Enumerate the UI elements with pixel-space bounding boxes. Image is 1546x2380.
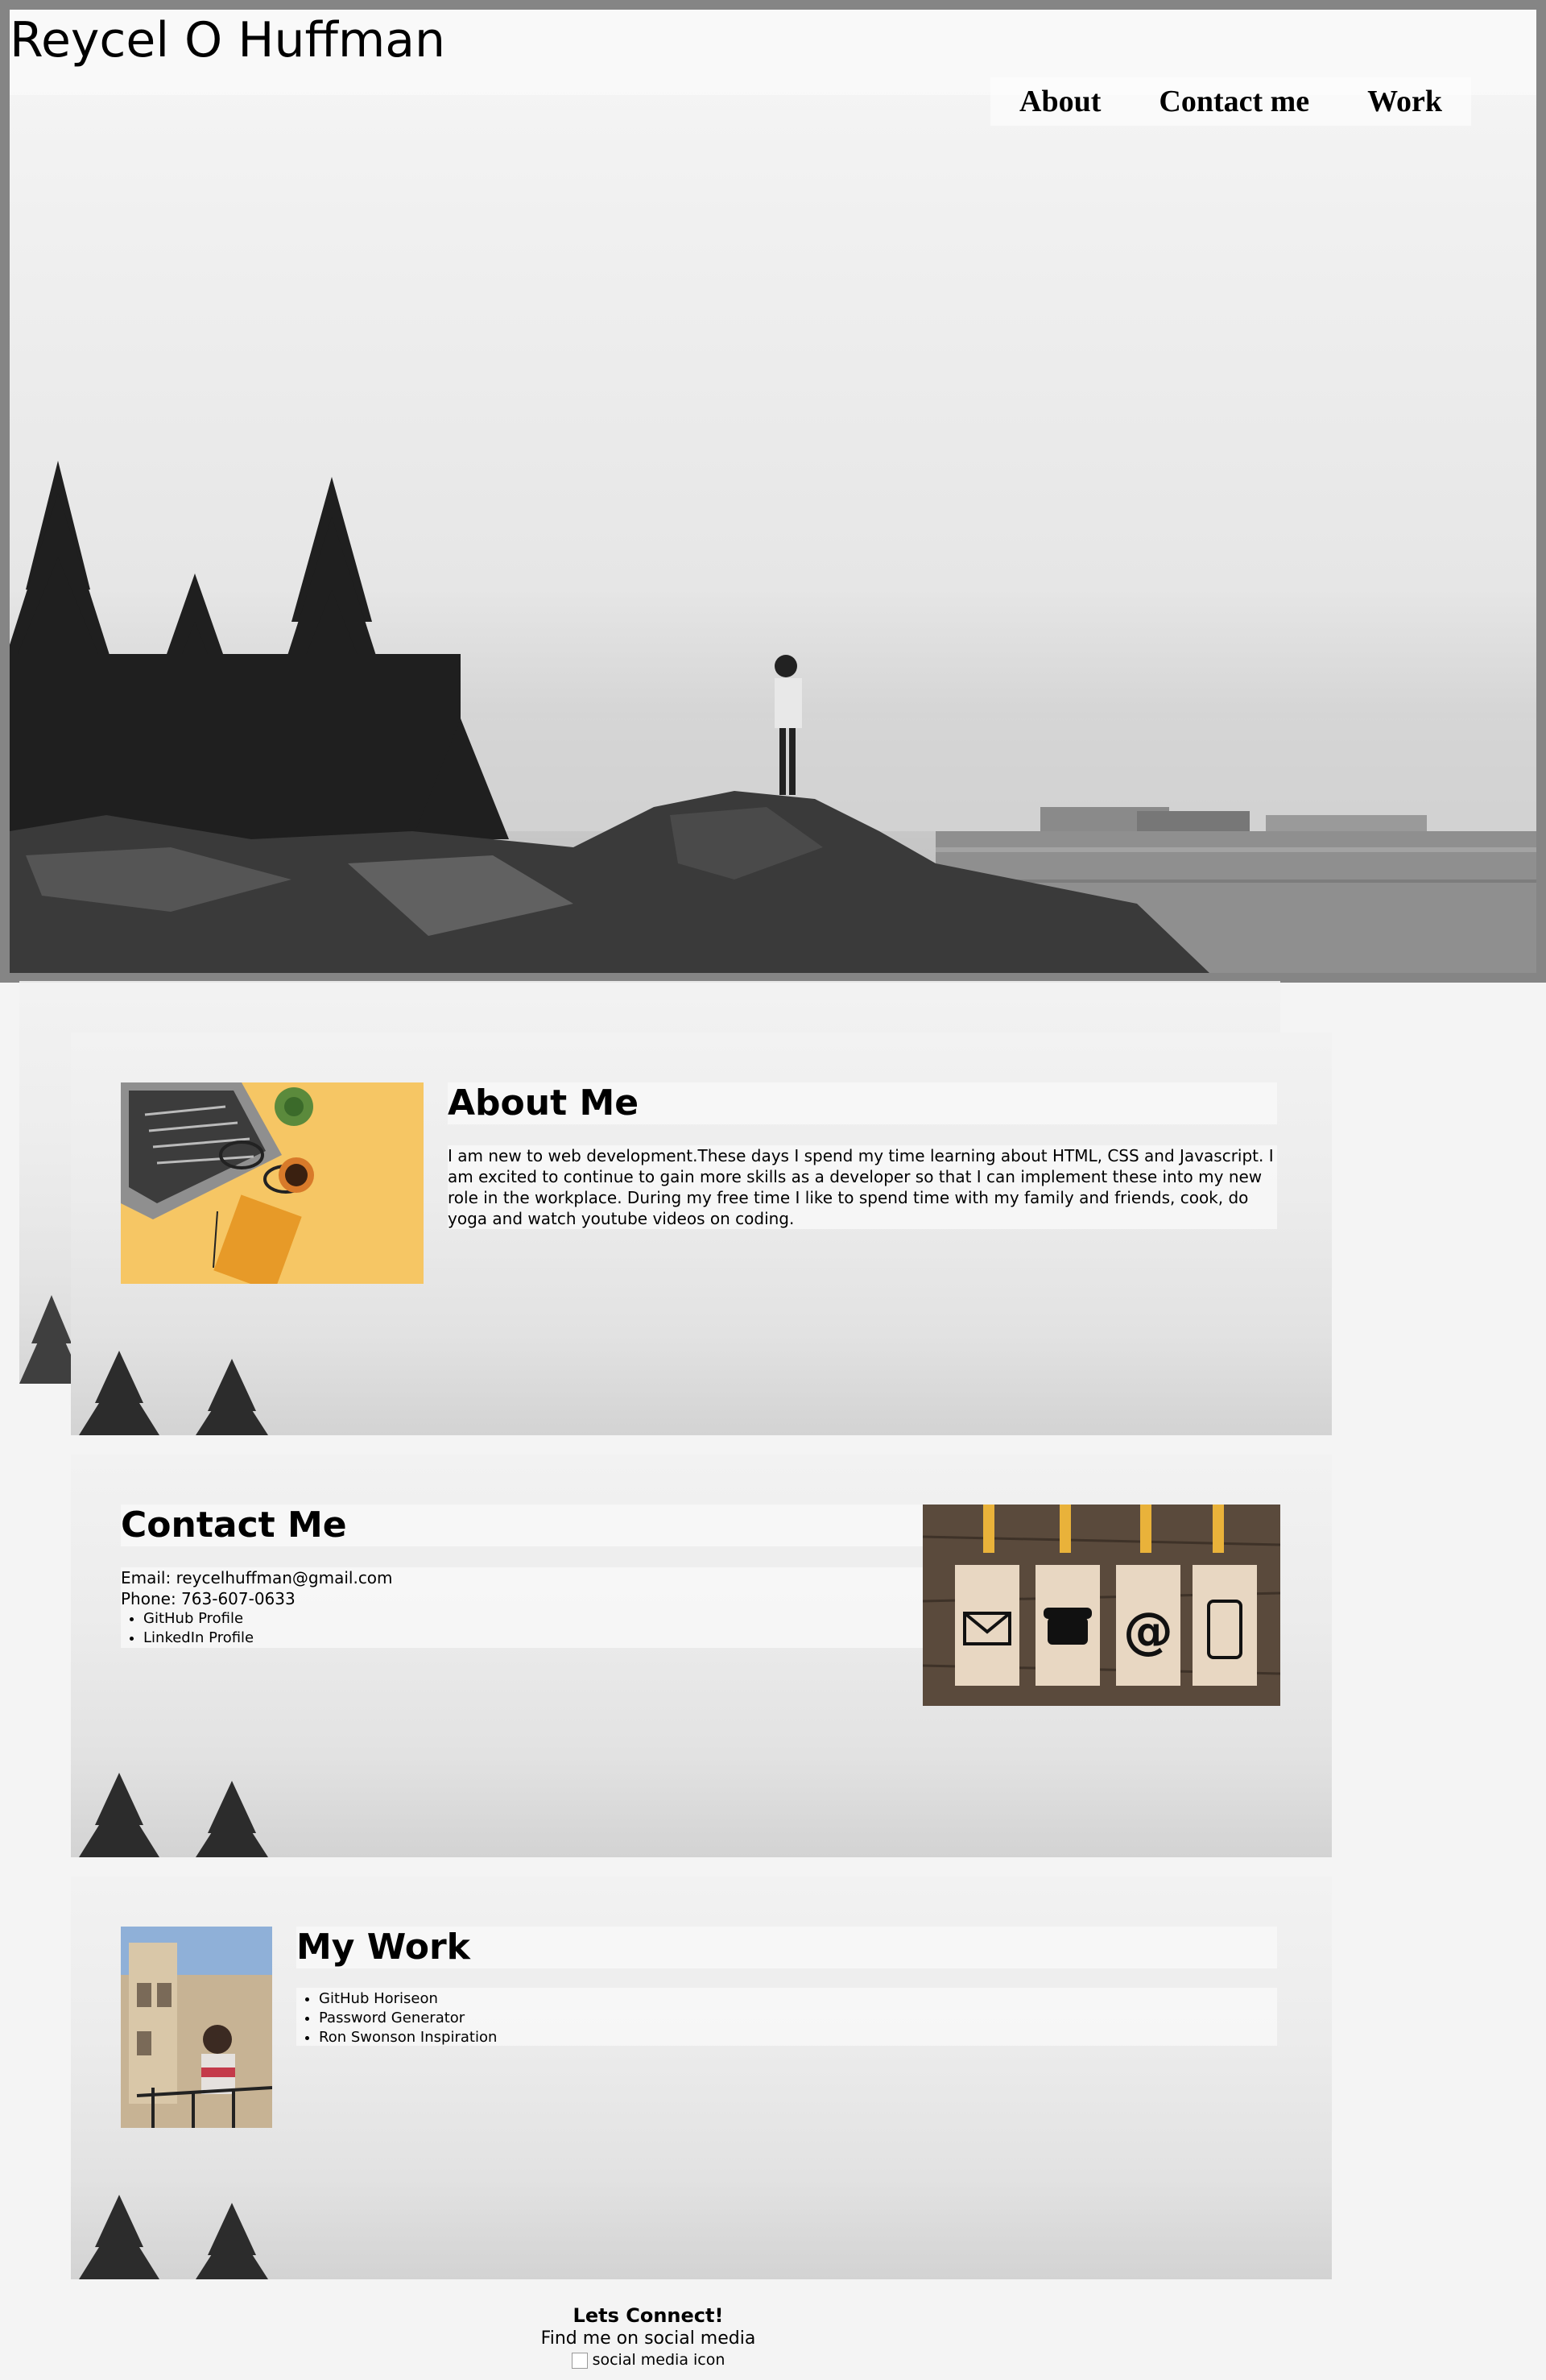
project-link-password-generator[interactable]: Password Generator [319,2010,465,2026]
tree-silhouette-icon [79,1351,268,1435]
about-section: About Me I am new to web development.The… [71,1033,1332,1435]
project-link-ron-swonson[interactable]: Ron Swonson Inspiration [319,2029,497,2046]
contact-phone[interactable]: Phone: 763-607-0633 [121,1588,926,1609]
main-nav: About Contact me Work [990,77,1472,126]
list-item: Password Generator [319,2009,1277,2028]
list-item: GitHub Profile [143,1609,926,1629]
contact-info: Email: reycelhuffman@gmail.com Phone: 76… [121,1567,926,1648]
github-profile-link[interactable]: GitHub Profile [143,1610,243,1627]
nav-link-work[interactable]: Work [1338,77,1472,126]
footer-title: Lets Connect! [573,2304,724,2327]
contact-image: @ [923,1505,1280,1706]
tree-silhouette-icon [79,2195,268,2279]
contact-links: GitHub Profile LinkedIn Profile [121,1609,926,1648]
work-image [121,1927,272,2128]
hero-frame [0,0,1546,983]
tree-silhouette-icon [79,1773,268,1857]
at-sign-icon: @ [1123,1601,1173,1660]
list-item: LinkedIn Profile [143,1629,926,1648]
hero-image [10,10,1536,973]
linkedin-profile-link[interactable]: LinkedIn Profile [143,1629,254,1646]
social-media-icon-alt: social media icon [592,2351,725,2369]
list-item: Ron Swonson Inspiration [319,2028,1277,2047]
contact-email[interactable]: Email: reycelhuffman@gmail.com [121,1567,926,1588]
nav-link-about[interactable]: About [990,77,1131,126]
portrait-photo-illustration [121,1927,272,2128]
work-section: My Work GitHub Horiseon Password Generat… [71,1877,1332,2279]
site-title: Reycel O Huffman [10,12,446,68]
about-title: About Me [448,1082,639,1124]
work-title: My Work [296,1927,470,1968]
work-projects: GitHub Horiseon Password Generator Ron S… [296,1989,1277,2047]
contact-section: Contact Me Email: reycelhuffman@gmail.co… [71,1455,1332,1857]
nav-link-contact[interactable]: Contact me [1130,77,1339,126]
footer: Lets Connect! Find me on social media so… [0,2303,1296,2370]
footer-subtitle: Find me on social media [540,2328,756,2349]
foggy-landscape-illustration [10,461,1536,973]
telephone-icon [1044,1608,1092,1645]
broken-image-icon [571,2352,588,2369]
project-link-horiseon[interactable]: GitHub Horiseon [319,1990,438,2007]
contact-tags-illustration: @ [923,1505,1280,1706]
social-media-link[interactable]: social media icon [0,2350,1296,2370]
laptop-desk-illustration [121,1082,424,1284]
about-body: I am new to web development.These days I… [448,1146,1274,1228]
about-image [121,1082,424,1284]
contact-title: Contact Me [121,1505,347,1546]
list-item: GitHub Horiseon [319,1989,1277,2009]
